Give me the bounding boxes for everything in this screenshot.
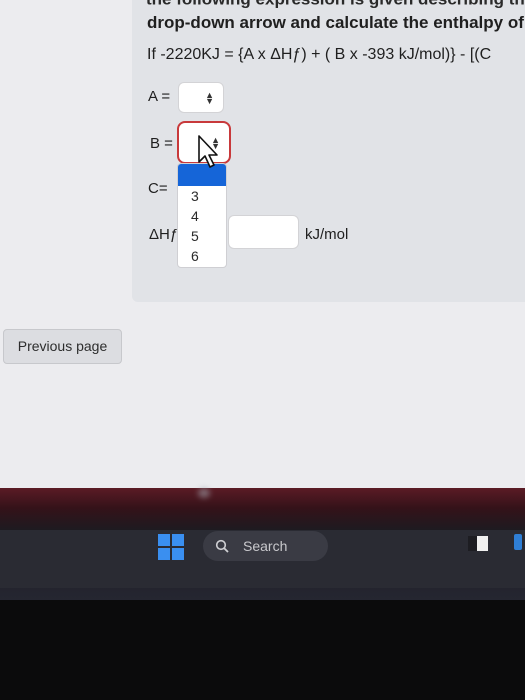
unit-label: kJ/mol [305,226,349,243]
label-b: B = [150,135,173,152]
delta-h-input[interactable] [228,215,299,249]
reflection-glow [198,488,210,498]
mouse-cursor-icon [198,135,218,168]
file-explorer-icon[interactable] [466,533,490,553]
question-instruction: drop-down arrow and calculate the enthal… [147,13,525,32]
equation-text: If -2220KJ = {A x ΔHƒ) + ( B x -393 kJ/m… [147,46,492,63]
taskbar-search[interactable]: Search [203,531,328,561]
dropdown-option[interactable]: 6 [191,248,199,264]
search-label: Search [243,538,288,554]
previous-page-button[interactable]: Previous page [3,329,122,364]
question-text-cut-off: the following expression is given descri… [146,0,525,9]
select-a[interactable]: ▲ ▼ [178,82,224,113]
dropdown-list-b: 3 4 5 6 [177,163,227,268]
monitor-bezel [0,600,525,700]
dropdown-option[interactable]: 4 [191,208,199,224]
windows-start-icon[interactable] [158,534,184,560]
label-a: A = [148,88,171,105]
label-delta-h: ΔHƒ [149,226,179,243]
search-icon [215,539,229,553]
dropdown-option[interactable]: 3 [191,188,199,204]
dropdown-option[interactable]: 5 [191,228,199,244]
select-arrows-icon: ▲ ▼ [205,89,214,106]
app-icon-partial[interactable] [514,534,522,550]
label-c: C= [148,180,168,197]
screen: the following expression is given descri… [0,0,525,488]
